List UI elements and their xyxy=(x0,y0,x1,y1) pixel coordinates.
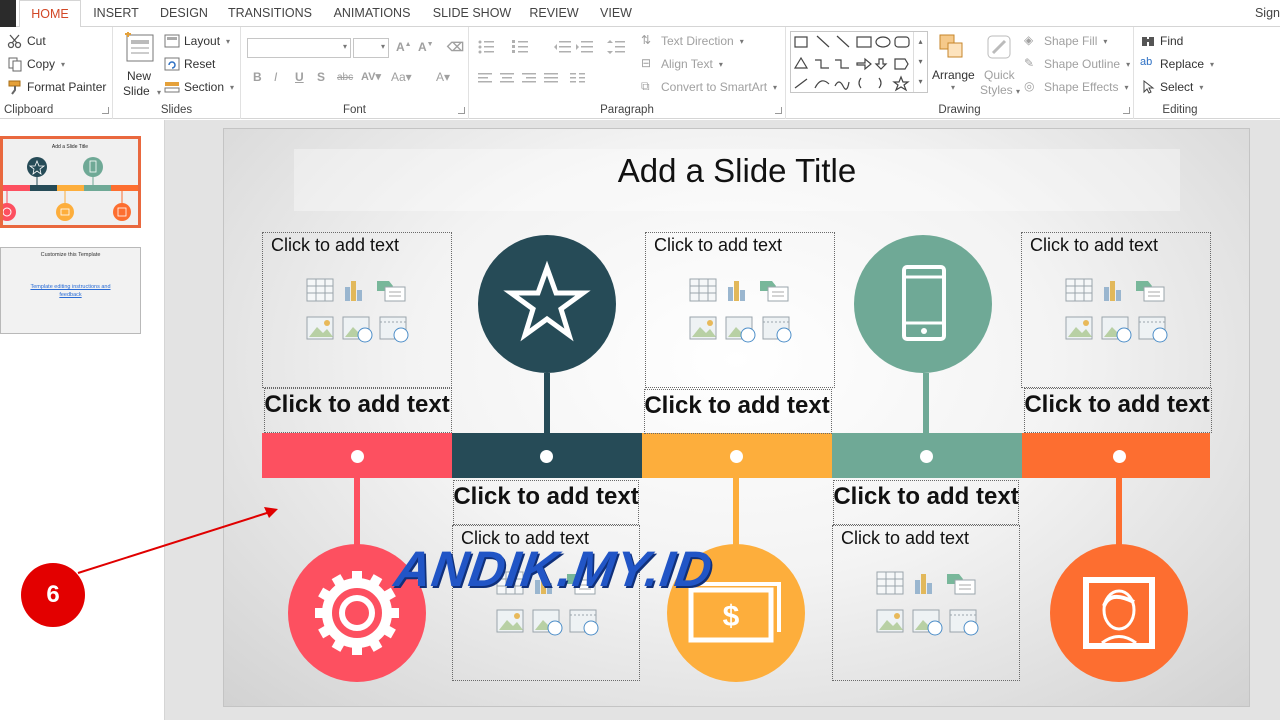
powerpoint-window: HOME INSERT DESIGN TRANSITIONS ANIMATION… xyxy=(0,0,1280,720)
annotation-arrow xyxy=(77,507,278,574)
watermark: ANDIK.MY.ID xyxy=(391,541,717,597)
step-badge: 6 xyxy=(21,563,85,627)
